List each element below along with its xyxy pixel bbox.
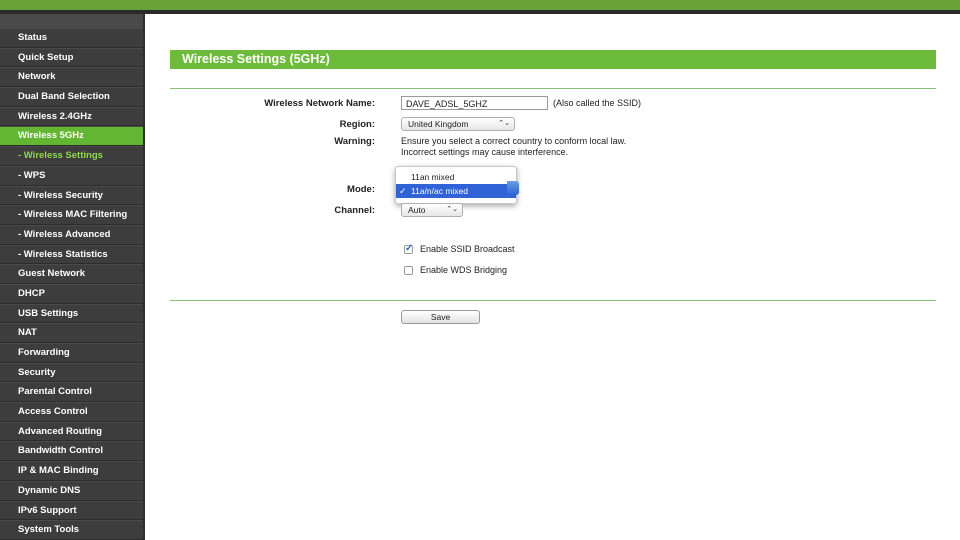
sidebar-item-security[interactable]: Security [0,363,143,383]
ssid-note: (Also called the SSID) [553,98,642,108]
sidebar-item-dynamic-dns[interactable]: Dynamic DNS [0,481,143,501]
select-arrows-icon: ⌃⌄ [498,120,510,127]
check-icon: ✓ [399,186,407,196]
sidebar-item-wireless-settings[interactable]: - Wireless Settings [0,147,143,166]
wds-bridging-checkbox[interactable] [404,266,413,275]
warning-label: Warning: [334,136,375,147]
sidebar-item-nat[interactable]: NAT [0,324,143,343]
channel-label: Channel: [334,205,375,216]
sidebar: Status Quick Setup Network Dual Band Select… [0,14,145,540]
sidebar-item-dhcp[interactable]: DHCP [0,284,143,304]
sidebar-item-guest-network[interactable]: Guest Network [0,265,143,284]
sidebar-item-wireless-security[interactable]: - Wireless Security [0,186,143,206]
ssid-input[interactable]: DAVE_ADSL_5GHZ [401,96,548,110]
sidebar-item-advanced-routing[interactable]: Advanced Routing [0,422,143,442]
mode-option-11anac[interactable]: ✓ 11a/n/ac mixed [396,184,516,198]
region-label: Region: [339,119,375,130]
sidebar-menu: Status Quick Setup Network Dual Band Select… [0,14,143,540]
warning-text-2: Incorrect settings may cause interferenc… [401,147,569,157]
divider-bottom [170,300,936,301]
sidebar-item-dual-band-selection[interactable]: Dual Band Selection [0,88,143,107]
mode-select-arrows-icon[interactable] [507,181,519,195]
sidebar-item-wireless-statistics[interactable]: - Wireless Statistics [0,245,143,265]
wds-bridging-label: Enable WDS Bridging [420,265,508,275]
check-icon: ✓ [405,243,414,254]
sidebar-item-forwarding[interactable]: Forwarding [0,344,143,363]
ssid-broadcast-checkbox[interactable]: ✓ [404,243,414,254]
region-select-value: United Kingdom [408,119,469,129]
sidebar-item-wireless-5ghz[interactable]: Wireless 5GHz [0,127,143,147]
select-arrows-icon: ⌃⌄ [446,206,458,213]
top-banner [0,0,960,10]
warning-text-1: Ensure you select a correct country to c… [401,136,627,146]
sidebar-item-status[interactable]: Status [0,29,143,48]
mode-option-11an[interactable]: 11an mixed [396,170,516,184]
channel-select-value: Auto [408,205,426,215]
sidebar-item-network[interactable]: Network [0,68,143,88]
mode-label: Mode: [347,184,375,195]
region-select[interactable]: United Kingdom ⌃⌄ [401,117,515,131]
sidebar-item-access-control[interactable]: Access Control [0,403,143,422]
sidebar-item-wireless-advanced[interactable]: - Wireless Advanced [0,225,143,245]
sidebar-item-wps[interactable]: - WPS [0,166,143,186]
sidebar-item-parental-control[interactable]: Parental Control [0,383,143,403]
channel-select[interactable]: Auto ⌃⌄ [401,203,463,217]
page-title: Wireless Settings (5GHz) [170,50,936,69]
main-content: Wireless Settings (5GHz) Wireless Networ… [145,14,960,540]
ssid-label: Wireless Network Name: [264,98,375,109]
sidebar-item-ipv6-support[interactable]: IPv6 Support [0,501,143,521]
sidebar-item-system-tools[interactable]: System Tools [0,521,143,540]
divider-top [170,88,936,89]
sidebar-item-usb-settings[interactable]: USB Settings [0,304,143,324]
sidebar-item-quick-setup[interactable]: Quick Setup [0,48,143,68]
mode-dropdown-popup[interactable]: 11an mixed ✓ 11a/n/ac mixed [395,166,517,204]
save-button[interactable]: Save [401,310,480,324]
sidebar-item-ip-mac-binding[interactable]: IP & MAC Binding [0,462,143,481]
sidebar-item-wireless-2-4ghz[interactable]: Wireless 2.4GHz [0,107,143,127]
mode-option-label: 11an mixed [411,172,455,182]
mode-option-label: 11a/n/ac mixed [411,186,469,196]
sidebar-item-bandwidth-control[interactable]: Bandwidth Control [0,442,143,462]
sidebar-item-wireless-mac-filtering[interactable]: - Wireless MAC Filtering [0,206,143,225]
ssid-broadcast-label: Enable SSID Broadcast [420,244,515,254]
